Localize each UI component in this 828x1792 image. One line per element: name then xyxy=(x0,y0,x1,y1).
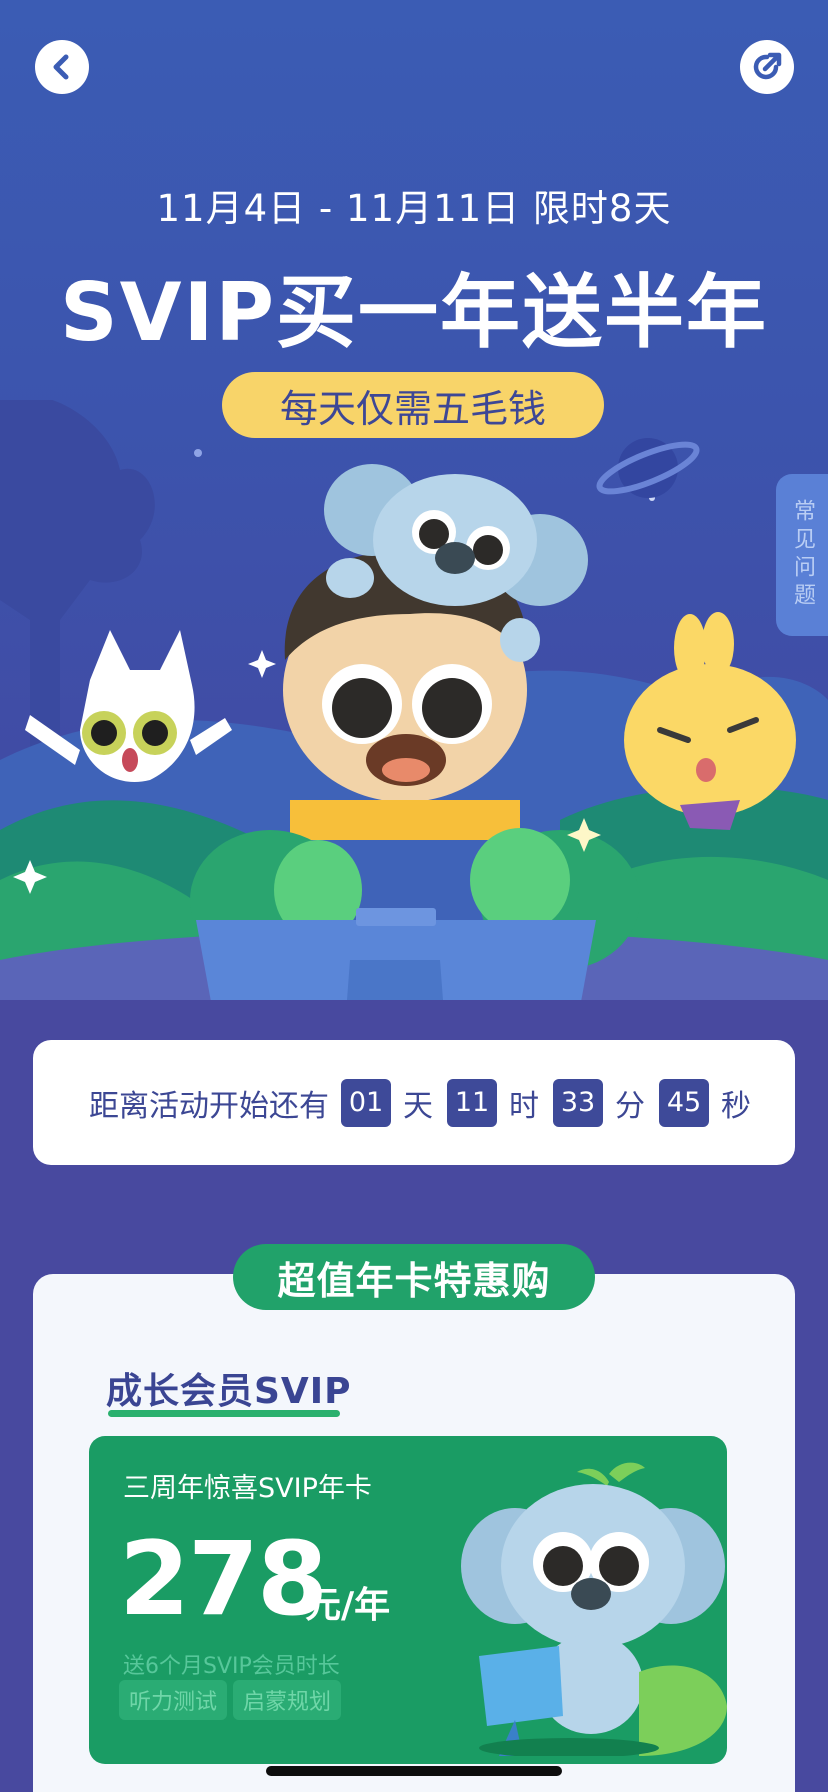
product-tag: 启蒙规划 xyxy=(233,1680,342,1720)
share-icon xyxy=(753,52,782,80)
hero-banner xyxy=(0,0,828,1060)
product-tag: 听力测试 xyxy=(119,1680,228,1720)
countdown-days: 01 xyxy=(341,1078,391,1127)
faq-tab[interactable]: 常见问题 xyxy=(776,474,828,636)
countdown-days-unit: 天 xyxy=(403,1088,433,1124)
chevron-left-icon xyxy=(53,54,69,80)
tier-title[interactable]: 成长会员SVIP xyxy=(106,1362,352,1414)
hero-illustration xyxy=(0,400,828,1060)
share-button[interactable] xyxy=(740,40,794,94)
back-button[interactable] xyxy=(35,40,89,94)
countdown-hours: 11 xyxy=(447,1078,497,1127)
product-card-svip-annual[interactable]: 三周年惊喜SVIP年卡 278 元/年 送6个月SVIP会员时长 听力测试 启蒙… xyxy=(89,1436,727,1764)
countdown-panel: 距离活动开始还有 01 天 11 时 33 分 45 秒 xyxy=(33,1040,795,1165)
countdown-seconds-unit: 秒 xyxy=(721,1088,751,1124)
product-name: 三周年惊喜SVIP年卡 xyxy=(123,1473,372,1504)
countdown-seconds: 45 xyxy=(659,1078,709,1127)
product-price: 278 xyxy=(119,1520,328,1639)
countdown-minutes-unit: 分 xyxy=(615,1088,645,1124)
promo-date-range: 11月4日 - 11月11日 限时8天 xyxy=(156,187,672,230)
product-bonus: 送6个月SVIP会员时长 xyxy=(123,1654,340,1679)
promo-headline: SVIP买一年送半年 xyxy=(60,266,768,359)
countdown-minutes: 33 xyxy=(553,1078,603,1127)
planet-icon xyxy=(596,438,700,498)
koala-mascot-illustration xyxy=(461,1462,727,1756)
offer-section-title: 超值年卡特惠购 xyxy=(233,1244,595,1310)
promo-subline: 每天仅需五毛钱 xyxy=(222,372,604,438)
home-indicator xyxy=(266,1766,562,1776)
product-price-unit: 元/年 xyxy=(305,1585,391,1626)
countdown-hours-unit: 时 xyxy=(509,1088,539,1124)
countdown-prefix: 距离活动开始还有 xyxy=(89,1088,329,1124)
tier-title-underline xyxy=(108,1410,340,1417)
